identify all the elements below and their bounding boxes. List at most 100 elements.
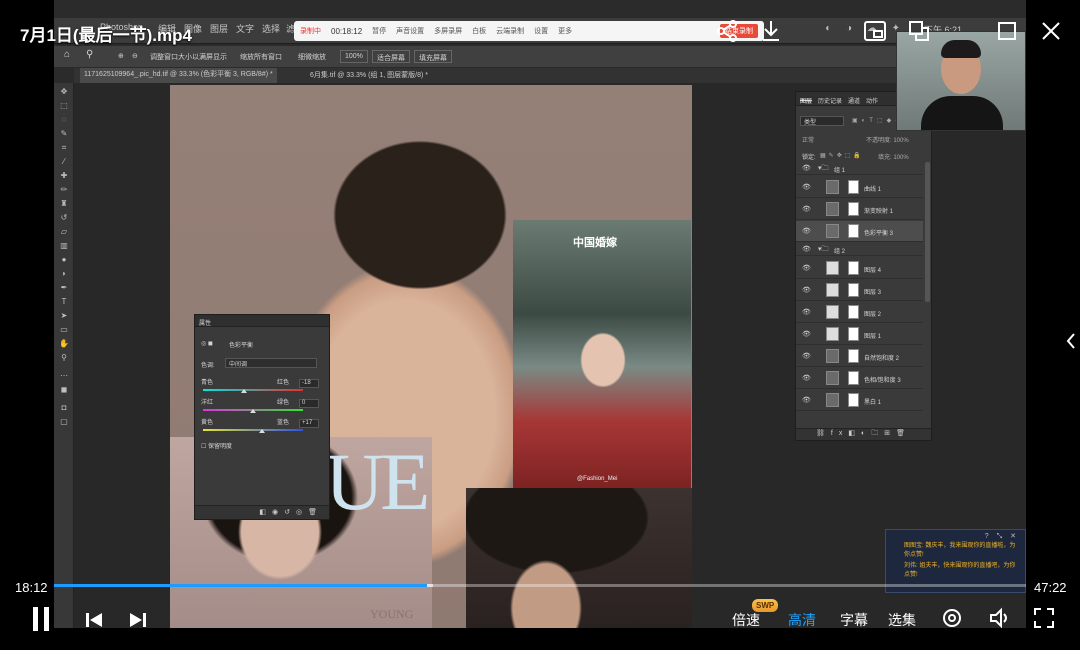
chat-window-icons: ? ⤡ ✕ [984,533,1019,540]
recorder-status: 录制中 [300,28,321,35]
chevron-left-icon[interactable] [1064,330,1078,352]
pen-tool-icon: ✒ [60,283,68,292]
tone-select: 中间调 [225,358,317,368]
layer-thumbnail [826,371,839,385]
volume-icon[interactable] [988,606,1012,635]
video-player: Photoshop 编辑 图像 图层 文字 选择 滤镜 ◐ ◑ ☁ ✦ 下午 6… [0,0,1080,650]
speed-button[interactable]: 倍速 [732,610,760,630]
visibility-eye-icon: 👁 [802,353,811,360]
visibility-eye-icon: 👁 [802,331,811,338]
visibility-eye-icon: 👁 [802,375,811,382]
previous-icon[interactable] [84,610,104,635]
eraser-tool-icon: ▱ [60,227,68,236]
ps-options-bar: ⌂ ⚲ ⊕ ⊖ 调整窗口大小以满屏显示 缩放所有窗口 细微缩放 100% 适合屏… [54,46,1026,68]
layer-thumbnail [826,283,839,297]
layer-mask-thumbnail [848,283,859,297]
visibility-eye-icon: 👁 [802,184,811,191]
progress-fill [54,584,428,587]
yellow-blue-slider [203,429,303,431]
screen-mode-icon: ▢ [60,417,68,426]
layer-thumbnail [826,224,839,238]
lock-label: 锁定: [802,155,816,161]
layers-panel: 图层 历史记录 通道 动作 类型 ▣◐T⬚◆● 正常 不透明度: 100% 锁定… [795,91,932,441]
cyan-red-slider [203,389,303,391]
share-icon[interactable] [714,18,740,44]
layer-mask-thumbnail [848,327,859,341]
preserve-luminosity-checkbox: ☐ 保留明度 [201,444,233,450]
stamp-tool-icon: ♜ [60,199,68,208]
layer-row: 👁 黑白 1 [796,390,923,411]
layer-thumbnail [826,327,839,341]
recorder-item: 多屏录屏 [434,28,463,35]
subtitles-button[interactable]: 字幕 [840,610,868,630]
video-frame[interactable]: Photoshop 编辑 图像 图层 文字 选择 滤镜 ◐ ◑ ☁ ✦ 下午 6… [54,0,1026,628]
recorder-time: 00:18:12 [331,26,363,36]
pause-icon[interactable] [28,604,54,639]
tab-actions: 动作 [866,99,879,105]
episodes-button[interactable]: 选集 [888,610,916,630]
fullscreen-icon[interactable] [1032,606,1056,635]
folder-icon: ▾🗀 [818,246,829,253]
layer-name: 组 1 [834,168,846,174]
layer-name: 曲线 1 [864,187,882,193]
layers-footer-icons: ⛓fx◧◐🗀⊞🗑 [796,428,931,440]
home-icon: ⌂ [64,49,71,60]
eyedropper-tool-icon: ⁄ [63,157,65,166]
layer-thumbnail [826,393,839,407]
fill-field: 填充: 100% [878,155,909,161]
layer-row: 👁 图层 4 [796,258,923,279]
photo-brand-text: 中国婚嫁 [573,237,617,249]
visibility-eye-icon: 👁 [802,165,811,172]
layer-name: 组 2 [834,249,846,255]
slider-value: +17 [299,419,319,428]
video-title: 7月1日(最后一节).mp4 [20,26,192,45]
blend-mode: 正常 [802,138,815,144]
blur-tool-icon: ● [61,255,67,264]
progress-bar[interactable]: 18:12 47:22 [0,570,1080,600]
lasso-tool-icon: ◌ [61,115,67,124]
brush-tool-icon: ✏ [60,185,68,194]
photo-watermark: @Fashion_Mei [577,476,618,482]
history-brush-icon: ↺ [60,213,68,222]
ps-tab-active: 1171625109964_.pic_hd.tif @ 33.3% (色彩平衡 … [80,68,277,83]
pip-icon[interactable] [906,18,932,44]
resize-windows-option: 调整窗口大小以满屏显示 [150,54,227,61]
layer-row: 👁 图层 1 [796,324,923,345]
layer-thumbnail [826,305,839,319]
download-icon[interactable] [758,18,784,44]
layer-mask-thumbnail [848,224,859,238]
gradient-tool-icon: ▥ [60,241,68,250]
bob-hair-photo [466,488,692,628]
layer-name: 色彩平衡 3 [864,231,894,237]
layer-mask-thumbnail [848,180,859,194]
close-icon[interactable] [1038,18,1064,44]
progress-track[interactable] [54,584,1026,587]
webcam-overlay [896,31,1026,131]
layer-row: 👁 色彩平衡 3 [796,221,923,242]
magazine-title: UE [325,437,430,527]
magazine-subtitle: YOUNG [370,607,414,621]
layer-row: 👁 自然饱和度 2 [796,346,923,367]
danmaku-icon[interactable] [940,606,964,635]
zoom-all-option: 缩放所有窗口 [240,54,282,61]
slider-thumb [259,429,265,433]
recorder-item: 暂停 [372,28,387,35]
recorder-item: 更多 [558,28,573,35]
mini-window-icon[interactable] [862,18,888,44]
hand-tool-icon: ✋ [59,339,69,348]
maximize-icon[interactable] [994,18,1020,44]
quality-button[interactable]: 高清 [788,610,816,630]
layer-name: 黑白 1 [864,400,882,406]
layer-thumbnail [826,261,839,275]
crop-tool-icon: ⌗ [61,143,67,152]
layer-group-row: 👁 ▾🗀 组 1 [796,162,923,175]
ps-menu-type: 文字 [236,24,255,34]
visibility-eye-icon: 👁 [802,287,811,294]
next-icon[interactable] [128,610,148,635]
layer-row: 👁 图层 2 [796,302,923,323]
quick-mask-icon: ◘ [61,403,67,412]
recorder-item: 云端录制 [496,28,525,35]
type-tool-icon: T [61,297,67,306]
preserve-luminosity-label: 保留明度 [208,444,233,450]
presenter-body [921,96,1003,130]
